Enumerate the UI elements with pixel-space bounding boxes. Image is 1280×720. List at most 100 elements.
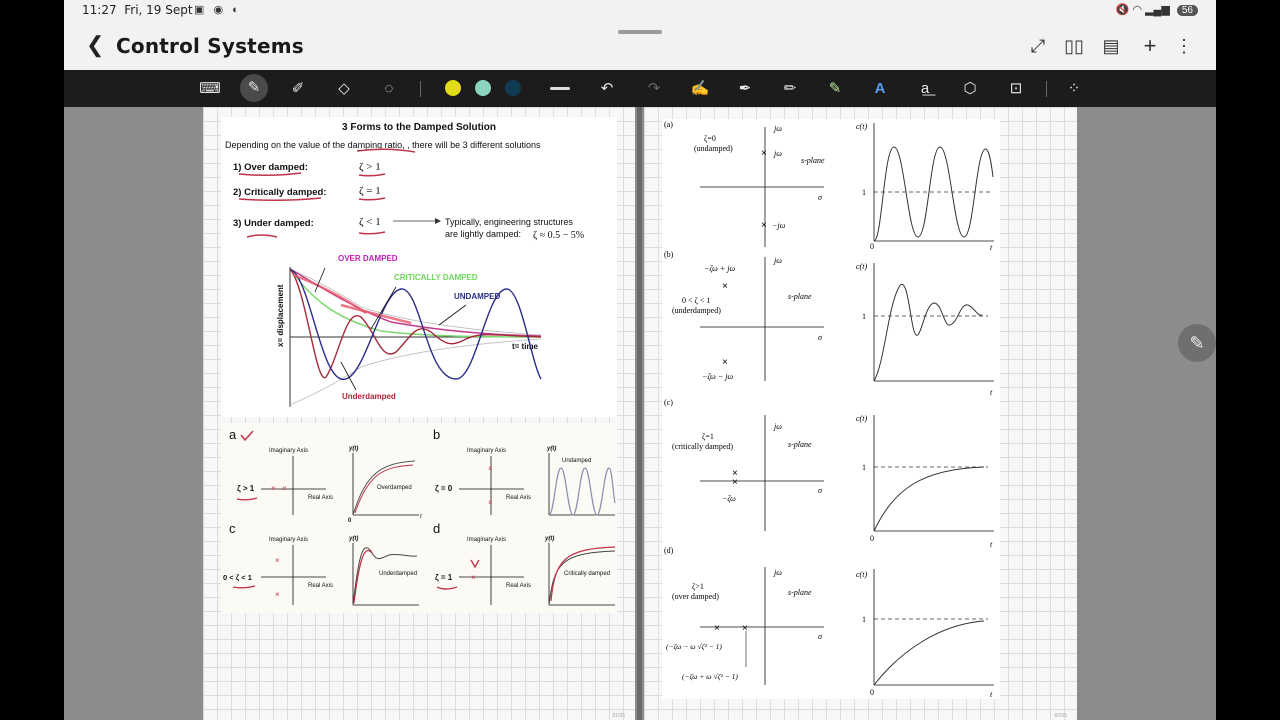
row-d: (d) ζ>1 (over damped) jω σ s-plane × × (… bbox=[664, 546, 994, 699]
drag-handle[interactable] bbox=[618, 30, 662, 34]
case-under-condition: ζ < 1 bbox=[359, 216, 381, 228]
app-header: ❮ Control Systems ⤢ ▯▯ ▤ + ⋮ bbox=[64, 22, 1216, 70]
add-page-icon[interactable]: + bbox=[1138, 34, 1162, 58]
label-underdamped: Underdamped bbox=[342, 392, 396, 401]
pole-mark: × bbox=[722, 281, 728, 292]
response-curve bbox=[873, 466, 985, 532]
response-curve bbox=[873, 146, 994, 242]
pen-settings-icon[interactable]: ✒ bbox=[733, 77, 757, 101]
case-under-label: 3) Under damped: bbox=[233, 218, 314, 229]
pen-floating-button[interactable]: ✎ bbox=[1178, 324, 1216, 362]
panel-a: a Imaginary Axis Real Axis × × ζ > 1 y(t… bbox=[229, 427, 422, 524]
label-critically-damped: CRITICALLY DAMPED bbox=[394, 273, 478, 282]
curve-label: Critically damped bbox=[564, 571, 610, 577]
s-plane-response-sheet: (a) ζ=0 (undamped) jω σ s-plane × × jω −… bbox=[662, 119, 1000, 699]
date-text: Fri, 19 Sept bbox=[124, 3, 193, 17]
text-pen-icon[interactable]: ✏ bbox=[778, 77, 802, 101]
ct-label: c(t) bbox=[856, 414, 867, 423]
panel-d: d Imaginary Axis Real Axis × ζ = 1 y(t) … bbox=[433, 521, 616, 606]
back-icon[interactable]: ❮ bbox=[86, 32, 104, 58]
green-highlighter-icon[interactable]: ✎ bbox=[823, 77, 847, 101]
pole-label: −ζω + jω bbox=[704, 264, 735, 273]
text-box-icon[interactable]: a͟ bbox=[913, 77, 937, 101]
color-mint-swatch[interactable] bbox=[475, 80, 491, 96]
color-yellow-swatch[interactable] bbox=[445, 80, 461, 96]
system-icons: 🔇 ◠ ▂▄▆ 56 bbox=[1116, 3, 1198, 16]
sigma-label: σ bbox=[818, 486, 823, 495]
s-plane-figure: (a) ζ=0 (undamped) jω σ s-plane × × jω −… bbox=[664, 120, 994, 699]
pole-label: −ζω bbox=[722, 494, 736, 503]
real-axis-label: Real Axis bbox=[506, 495, 531, 501]
splane-label: s-plane bbox=[801, 156, 825, 165]
shapes-icon[interactable]: ⬡ bbox=[958, 77, 982, 101]
stroke-width-icon[interactable] bbox=[550, 87, 570, 90]
pole-mark: × bbox=[742, 623, 748, 634]
panel-letter: c bbox=[229, 521, 236, 536]
response-curve bbox=[548, 550, 616, 606]
ct-label: c(t) bbox=[856, 262, 867, 271]
lock-icon[interactable]: ⊡ bbox=[1004, 77, 1028, 101]
pen-underline bbox=[246, 234, 278, 238]
pen-tool-icon[interactable]: ✎ bbox=[240, 74, 268, 102]
pen-underline bbox=[236, 497, 258, 501]
lasso-icon[interactable]: ◌ bbox=[377, 77, 401, 101]
eraser-icon[interactable]: ◇ bbox=[332, 77, 356, 101]
expand-icon[interactable]: ⤢ bbox=[1026, 34, 1050, 58]
response-curve bbox=[548, 467, 616, 516]
note-settings-icon[interactable]: ▤ bbox=[1099, 34, 1123, 58]
pen-underline bbox=[232, 585, 256, 589]
left-note-page[interactable]: 3 Forms to the Damped Solution Depending… bbox=[203, 107, 635, 720]
time-text: 11:27 bbox=[82, 3, 117, 17]
label-over-damped: OVER DAMPED bbox=[338, 254, 398, 263]
text-mode-icon[interactable]: A bbox=[868, 77, 892, 101]
right-letterbox bbox=[1216, 0, 1280, 720]
undo-icon[interactable]: ↶ bbox=[595, 77, 619, 101]
row-c: (c) ζ=1 (critically damped) jω σ s-plane… bbox=[664, 398, 994, 549]
right-note-page[interactable]: (a) ζ=0 (undamped) jω σ s-plane × × jω −… bbox=[644, 107, 1077, 720]
panel-condition: ζ = 0 bbox=[435, 484, 453, 493]
sigma-label: σ bbox=[818, 193, 823, 202]
pen-check bbox=[470, 559, 480, 569]
jw-label: jω bbox=[773, 422, 782, 431]
panel-b: b Imaginary Axis Real Axis × × ζ = 0 y(t… bbox=[433, 427, 616, 516]
pole-mark: × bbox=[271, 484, 276, 493]
smart-pen-icon[interactable]: ✍ bbox=[688, 77, 712, 101]
panel-c: c Imaginary Axis Real Axis × × 0 < ζ < 1… bbox=[223, 521, 419, 606]
more-tools-icon[interactable]: ⁘ bbox=[1062, 77, 1086, 101]
damped-solution-figure: 3 Forms to the Damped Solution Depending… bbox=[225, 122, 584, 407]
page-footer: 81/95 bbox=[612, 713, 625, 719]
row-tag: (a) bbox=[664, 120, 673, 129]
keyboard-icon[interactable]: ⌨ bbox=[198, 77, 222, 101]
imag-axis-label: Imaginary Axis bbox=[269, 448, 308, 454]
zeta-desc: (underdamped) bbox=[672, 306, 721, 315]
highlighter-icon[interactable]: ✐ bbox=[286, 77, 310, 101]
pen-underline bbox=[358, 197, 386, 201]
curve-label: Underdamped bbox=[379, 571, 417, 577]
pole-mark: × bbox=[275, 556, 280, 565]
pen-check bbox=[240, 430, 254, 442]
sigma-label: σ bbox=[818, 632, 823, 641]
real-axis-label: Real Axis bbox=[308, 495, 333, 501]
real-axis-label: Real Axis bbox=[506, 583, 531, 589]
left-letterbox bbox=[0, 0, 64, 720]
pole-label: (−ζω − ω √ζ² − 1) bbox=[666, 642, 722, 651]
book-view-icon[interactable]: ▯▯ bbox=[1062, 34, 1086, 58]
response-curve bbox=[873, 620, 985, 686]
origin-zero: 0 bbox=[870, 688, 874, 697]
pole-label: (−ζω + ω √ζ² − 1) bbox=[682, 672, 738, 681]
color-navy-swatch[interactable] bbox=[505, 80, 521, 96]
note-arrow-head bbox=[435, 218, 441, 224]
pen-underline bbox=[238, 172, 302, 177]
origin-zero: 0 bbox=[348, 518, 352, 524]
pole-mark: × bbox=[732, 477, 738, 488]
pen-underline bbox=[436, 586, 458, 590]
more-options-icon[interactable]: ⋮ bbox=[1172, 34, 1196, 58]
pole-mark: × bbox=[722, 357, 728, 368]
redo-icon[interactable]: ↷ bbox=[642, 77, 666, 101]
graph-ylabel: x= displacement bbox=[276, 284, 285, 347]
note-line-1: Typically, engineering structures bbox=[445, 217, 573, 227]
notes-app-window: 11:27 Fri, 19 Sept ▣ ◉ ◐ 🔇 ◠ ▂▄▆ 56 ❮ Co… bbox=[64, 0, 1216, 720]
yt-label: y(t) bbox=[348, 536, 358, 542]
zeta-desc: (critically damped) bbox=[672, 442, 733, 451]
pole-mark: × bbox=[488, 464, 493, 473]
